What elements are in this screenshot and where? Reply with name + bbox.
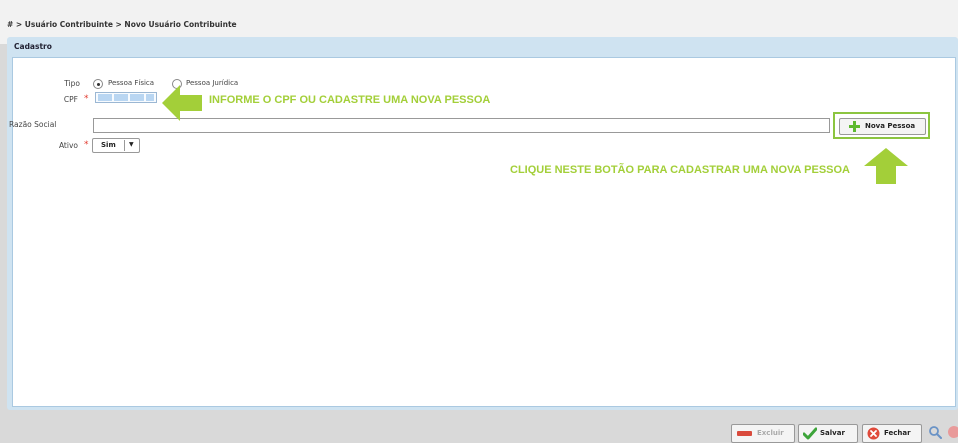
panel-header: Cadastro <box>7 37 958 57</box>
minus-icon <box>737 431 752 436</box>
cpf-required-mark: * <box>84 94 89 104</box>
plus-icon <box>849 121 860 132</box>
excluir-label: Excluir <box>757 429 784 437</box>
cpf-input[interactable] <box>95 92 157 103</box>
chevron-down-icon: ▼ <box>129 141 134 148</box>
close-icon[interactable] <box>946 425 958 439</box>
ativo-required-mark: * <box>84 140 89 150</box>
panel-body <box>12 57 956 407</box>
fechar-label: Fechar <box>884 429 911 437</box>
check-icon <box>803 427 817 440</box>
arrow-left-icon <box>162 85 202 121</box>
razao-social-label: Razão Social <box>9 120 57 129</box>
ativo-select-value: Sim <box>101 141 116 149</box>
salvar-label: Salvar <box>820 429 845 437</box>
tipo-label: Tipo <box>64 79 80 88</box>
salvar-button[interactable]: Salvar <box>798 424 858 443</box>
ativo-label: Ativo <box>58 141 78 150</box>
close-icon <box>867 427 880 440</box>
panel-title: Cadastro <box>14 42 52 51</box>
nova-pessoa-highlight: Nova Pessoa <box>833 112 930 139</box>
radio-pessoa-fisica[interactable] <box>93 79 103 89</box>
razao-social-input[interactable] <box>93 118 830 133</box>
excluir-button[interactable]: Excluir <box>731 424 795 443</box>
arrow-up-icon <box>864 148 908 184</box>
nova-pessoa-button[interactable]: Nova Pessoa <box>839 118 926 135</box>
cpf-label: CPF <box>63 95 78 104</box>
breadcrumb: # > Usuário Contribuinte > Novo Usuário … <box>7 20 237 29</box>
fechar-button[interactable]: Fechar <box>862 424 922 443</box>
radio-pessoa-fisica-label: Pessoa Física <box>108 79 155 87</box>
ativo-select[interactable]: Sim ▼ <box>92 138 140 153</box>
nova-pessoa-label: Nova Pessoa <box>865 122 916 130</box>
cpf-annotation: INFORME O CPF OU CADASTRE UMA NOVA PESSO… <box>209 94 491 106</box>
search-icon[interactable] <box>928 425 942 439</box>
button-annotation: CLIQUE NESTE BOTÃO PARA CADASTRAR UMA NO… <box>510 164 850 176</box>
